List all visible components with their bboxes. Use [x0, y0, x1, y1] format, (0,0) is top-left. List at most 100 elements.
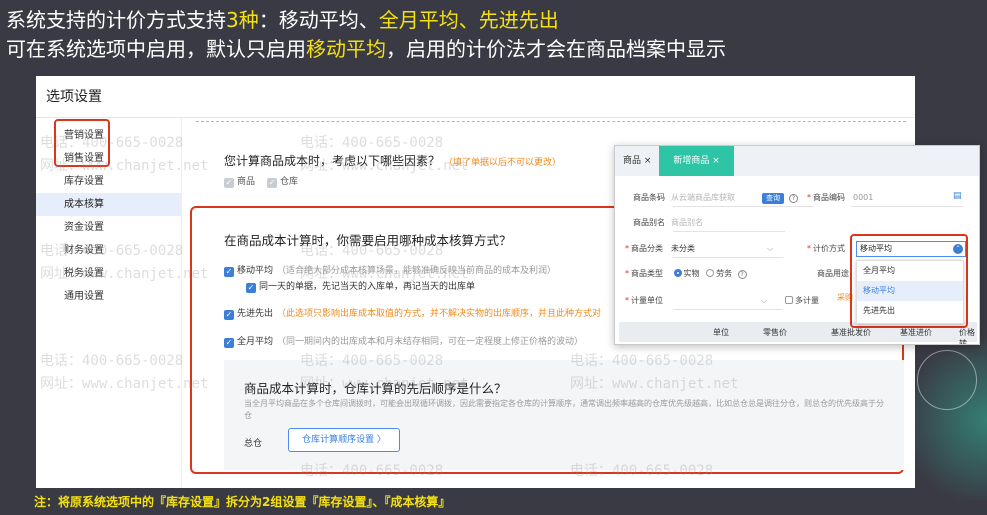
warehouse-order-title: 商品成本计算时，仓库计算的先后顺序是什么？: [244, 381, 507, 396]
option-monthly-average[interactable]: ✓ 全月平均 （同一期间内的出库成本和月末结存相同，可在一定程度上修正价格的波动）: [224, 334, 583, 348]
product-type-field: * 商品类型 实物 劳务 ?: [625, 268, 747, 279]
checkbox-icon: ✓: [224, 178, 234, 188]
chevron-down-icon: ⌵: [767, 244, 774, 253]
alias-placeholder: 商品别名: [671, 218, 703, 227]
option-same-day-order-label: 同一天的单据，先记当天的入库单，再记当天的出库单: [259, 282, 476, 292]
option-monthly-average-label: 全月平均: [237, 337, 274, 347]
option-moving-average[interactable]: ✓ 移动平均 （适合绝大部分成本核算场景，能够准确反映当前商品的成本及利润）: [224, 263, 556, 277]
category-label: 商品分类: [631, 244, 663, 253]
checkbox-checked-icon[interactable]: ✓: [224, 310, 234, 320]
headline-text: ：移动平均、: [258, 8, 379, 32]
barcode-label: 商品条码: [633, 193, 665, 202]
col-wholesale: 基准批发价: [831, 328, 871, 337]
unit-field[interactable]: * 计量单位 ⌵: [625, 295, 767, 306]
category-field[interactable]: * 商品分类 未分类 ⌵: [625, 243, 773, 254]
decorative-ring: [917, 350, 977, 410]
pricing-method-field: * 计价方式: [807, 243, 845, 254]
factor-warehouse-label: 仓库: [280, 177, 299, 187]
field-underline: [673, 309, 783, 310]
tab-new-product[interactable]: 新增商品 ×: [659, 146, 734, 176]
pricing-option-moving-average[interactable]: 移动平均: [857, 281, 963, 301]
product-type-label: 商品类型: [631, 269, 663, 278]
col-purchase: 基准进价: [900, 328, 932, 337]
edit-icon[interactable]: ▤: [953, 191, 962, 201]
factor-goods[interactable]: ✓ 商品: [224, 174, 255, 188]
tab-product[interactable]: 商品 ×: [615, 146, 659, 176]
required-mark: *: [807, 244, 811, 253]
multi-unit-label: 多计量: [795, 296, 819, 305]
new-product-popup: 商品 × 新增商品 × 商品条码 从云端商品库获取 查询 ? * 商品编码 0001 …: [614, 145, 980, 345]
sidebar-item-3[interactable]: 成本核算: [36, 193, 181, 216]
pricing-method-options: 全月平均 移动平均 先进先出: [856, 260, 964, 324]
warehouse-label: 总仓: [244, 439, 263, 449]
cost-factor-options: ✓ 商品 ✓ 仓库: [224, 174, 298, 188]
required-mark: *: [807, 193, 811, 202]
sidebar-item-4[interactable]: 资金设置: [36, 216, 181, 239]
highlight-text: 移动平均: [306, 37, 386, 61]
cost-factor-question: 您计算商品成本时，考虑以下哪些因素？ （填了单据以后不可以更改）: [224, 152, 561, 169]
costing-method-question: 在商品成本计算时，你需要启用哪种成本核算方式？: [224, 233, 512, 248]
pricing-method-value: 移动平均: [860, 244, 892, 253]
option-moving-average-label: 移动平均: [237, 266, 274, 276]
warehouse-order-description: 当全月平均商品在多个仓库间调拨时，可能会出现循环调拨，因此需要指定各仓库的计算顺…: [244, 399, 884, 420]
sidebar-item-6[interactable]: 税务设置: [36, 262, 181, 285]
type-service[interactable]: 劳务: [706, 269, 732, 278]
query-button[interactable]: 查询: [762, 193, 784, 204]
field-underline: [673, 206, 813, 207]
required-mark: *: [625, 296, 629, 305]
option-fifo[interactable]: ✓ 先进先出 （此选项只影响出库成本取值的方式，并不解决实物的出库顺序，并且此种方式…: [224, 306, 601, 320]
factor-goods-label: 商品: [237, 177, 256, 187]
headline-line-1: 系统支持的计价方式支持3种：移动平均、全月平均、先进先出: [6, 8, 559, 32]
help-icon[interactable]: ?: [789, 194, 798, 203]
checkbox-checked-icon[interactable]: ✓: [246, 283, 256, 293]
radio-selected-icon: [673, 269, 682, 277]
option-fifo-label: 先进先出: [237, 309, 274, 319]
cost-factor-note: （填了单据以后不可以更改）: [444, 158, 562, 168]
alias-label: 商品别名: [633, 218, 665, 227]
checkbox-checked-icon[interactable]: ✓: [224, 267, 234, 277]
barcode-field[interactable]: 商品条码 从云端商品库获取: [633, 192, 735, 203]
field-underline: [851, 206, 963, 207]
category-value: 未分类: [671, 244, 695, 253]
option-same-day-order[interactable]: ✓ 同一天的单据，先记当天的入库单，再记当天的出库单: [246, 279, 475, 293]
pricing-option-fifo[interactable]: 先进先出: [857, 301, 963, 321]
multi-unit-option[interactable]: 多计量: [785, 295, 819, 306]
option-fifo-note: （此选项只影响出库成本取值的方式，并不解决实物的出库顺序，并且此种方式对: [277, 309, 602, 319]
factor-warehouse[interactable]: ✓ 仓库: [267, 174, 298, 188]
warehouse-order-panel: 商品成本计算时，仓库计算的先后顺序是什么？ 当全月平均商品在多个仓库间调拨时，可…: [224, 360, 904, 470]
field-underline: [673, 231, 785, 232]
checkbox-checked-icon[interactable]: ✓: [224, 338, 234, 348]
sidebar-highlight-box: [54, 119, 110, 167]
chevron-down-icon: ⌵: [761, 296, 768, 305]
pricing-option-monthly-average[interactable]: 全月平均: [857, 261, 963, 281]
headline-line-2: 可在系统选项中启用，默认只启用移动平均，启用的计价法才会在商品档案中显示: [6, 37, 726, 61]
type-service-label: 劳务: [716, 269, 733, 278]
sidebar-item-5[interactable]: 财务设置: [36, 239, 181, 262]
col-unit: 单位: [713, 328, 729, 337]
sidebar-item-7[interactable]: 通用设置: [36, 285, 181, 308]
option-monthly-average-note: （同一期间内的出库成本和月末结存相同，可在一定程度上修正价格的波动）: [277, 337, 584, 347]
code-label: 商品编码: [813, 193, 845, 202]
code-field[interactable]: * 商品编码 0001: [807, 192, 873, 203]
window-title: 选项设置: [36, 76, 915, 118]
alias-field[interactable]: 商品别名 商品别名: [633, 217, 703, 228]
radio-icon: [706, 269, 715, 277]
checkbox-icon: ✓: [267, 178, 278, 188]
cost-factor-question-text: 您计算商品成本时，考虑以下哪些因素？: [224, 154, 441, 168]
type-physical[interactable]: 实物: [673, 269, 700, 278]
required-mark: *: [625, 269, 629, 278]
pricing-method-select[interactable]: 移动平均 ⌃: [856, 241, 966, 257]
headline-text: 系统支持的计价方式支持: [6, 8, 226, 32]
checkbox-icon: [785, 296, 793, 304]
headline-text: ，启用的计价法才会在商品档案中显示: [386, 37, 726, 61]
pricing-method-label: 计价方式: [813, 244, 845, 253]
required-mark: *: [625, 244, 629, 253]
unit-label: 计量单位: [631, 296, 663, 305]
sidebar-item-2[interactable]: 库存设置: [36, 170, 181, 193]
warehouse-order-button[interactable]: 仓库计算顺序设置 〉: [288, 428, 400, 452]
popup-tabs: 商品 × 新增商品 ×: [615, 146, 979, 176]
headline-text: 可在系统选项中启用，默认只启用: [6, 37, 306, 61]
settings-sidebar: 营销设置 销售设置 库存设置 成本核算 资金设置 财务设置 税务设置 通用设置: [36, 118, 182, 488]
help-icon[interactable]: ?: [737, 270, 747, 279]
chevron-up-icon[interactable]: ⌃: [953, 244, 963, 254]
